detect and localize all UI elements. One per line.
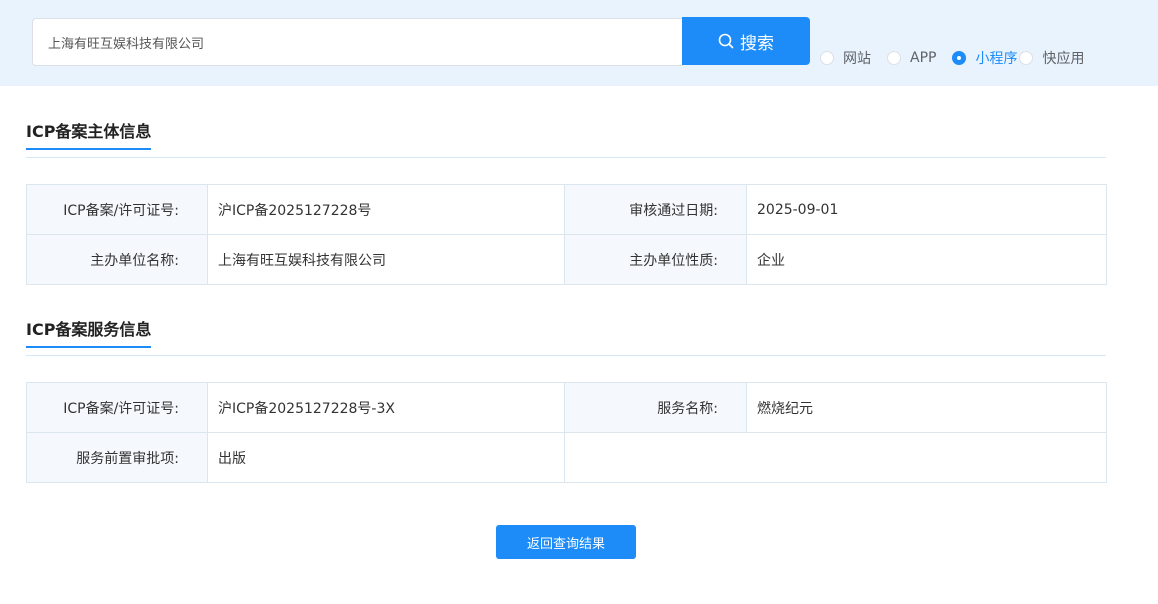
radio-website[interactable]: 网站 [820, 48, 871, 68]
pre-approval-value: 出版 [207, 432, 565, 483]
radio-app[interactable]: APP [887, 50, 936, 66]
radio-label: 网站 [843, 51, 871, 67]
subject-info-table: ICP备案/许可证号: 沪ICP备2025127228号 审核通过日期: 202… [26, 184, 1107, 285]
back-to-results-button[interactable]: 返回查询结果 [496, 525, 636, 559]
organizer-type-label: 主办单位性质: [564, 234, 747, 285]
organizer-name-value: 上海有旺互娱科技有限公司 [207, 234, 565, 285]
service-info-table: ICP备案/许可证号: 沪ICP备2025127228号-3X 服务名称: 燃烧… [26, 382, 1107, 483]
radio-circle-icon [820, 51, 834, 65]
table-row: ICP备案/许可证号: 沪ICP备2025127228号-3X 服务名称: 燃烧… [26, 382, 1107, 433]
search-button-label: 搜索 [740, 33, 774, 54]
approval-date-label: 审核通过日期: [564, 184, 747, 235]
table-row: 服务前置审批项: 出版 [26, 432, 1107, 483]
approval-date-value: 2025-09-01 [746, 184, 1107, 235]
organizer-name-label: 主办单位名称: [26, 234, 208, 285]
subject-section-title: ICP备案主体信息 [26, 122, 152, 150]
search-input[interactable] [32, 18, 683, 66]
icp-number-label: ICP备案/许可证号: [26, 184, 208, 235]
pre-approval-label: 服务前置审批项: [26, 432, 208, 483]
search-type-radio-group: 网站 APP 小程序 快应用 [820, 48, 1084, 68]
radio-label: 小程序 [975, 51, 1018, 67]
service-name-label: 服务名称: [564, 382, 747, 433]
search-icon [718, 33, 734, 49]
radio-label: APP [910, 50, 937, 66]
radio-mini-program[interactable]: 小程序 [952, 48, 1017, 68]
service-section-title: ICP备案服务信息 [26, 320, 152, 348]
service-icp-number-value: 沪ICP备2025127228号-3X [207, 382, 565, 433]
radio-circle-icon [887, 51, 901, 65]
radio-label: 快应用 [1042, 51, 1085, 67]
service-icp-number-label: ICP备案/许可证号: [26, 382, 208, 433]
search-button[interactable]: 搜索 [682, 17, 810, 65]
search-bar-area: 搜索 网站 APP 小程序 快应用 [0, 0, 1158, 86]
table-row: ICP备案/许可证号: 沪ICP备2025127228号 审核通过日期: 202… [26, 184, 1107, 235]
radio-circle-icon [1019, 51, 1034, 65]
radio-checked-icon [952, 51, 967, 65]
section-divider [26, 157, 1106, 158]
table-row: 主办单位名称: 上海有旺互娱科技有限公司 主办单位性质: 企业 [26, 234, 1107, 285]
icp-number-value: 沪ICP备2025127228号 [207, 184, 565, 235]
section-divider [26, 355, 1106, 356]
organizer-type-value: 企业 [746, 234, 1107, 285]
radio-quick-app[interactable]: 快应用 [1019, 48, 1084, 68]
empty-cell [564, 432, 1107, 483]
service-name-value: 燃烧纪元 [746, 382, 1107, 433]
